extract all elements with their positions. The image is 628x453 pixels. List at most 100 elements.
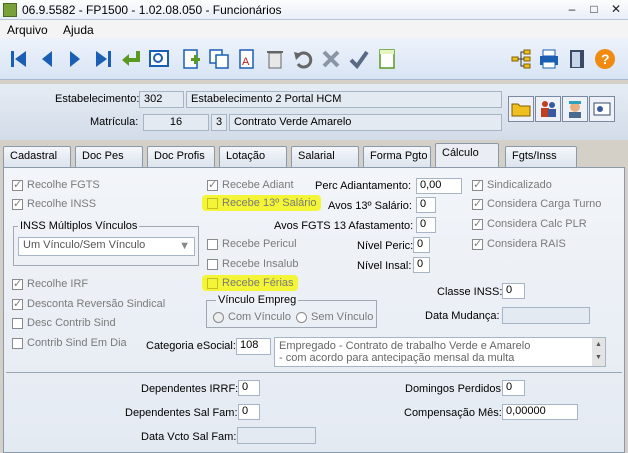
vinculo-empreg-label: Vínculo Empreg bbox=[216, 294, 299, 306]
card-icon[interactable] bbox=[589, 96, 615, 122]
tab-cadastral[interactable]: Cadastral bbox=[3, 146, 71, 167]
edit-icon[interactable]: A bbox=[234, 46, 260, 72]
checkbox-box[interactable] bbox=[472, 178, 483, 191]
recolhe-inss-checkbox[interactable]: Recolhe INSS bbox=[12, 197, 96, 210]
return-icon[interactable] bbox=[118, 46, 144, 72]
checkbox-box[interactable] bbox=[207, 277, 218, 289]
undo-icon[interactable] bbox=[290, 46, 316, 72]
checkbox-box[interactable] bbox=[12, 277, 23, 290]
first-record-icon[interactable] bbox=[6, 46, 32, 72]
recebe-insalub-checkbox[interactable]: Recebe Insalub bbox=[207, 258, 298, 270]
trash-icon[interactable] bbox=[262, 46, 288, 72]
search-icon[interactable] bbox=[146, 46, 172, 72]
tab-doc-profis[interactable]: Doc Profis bbox=[147, 146, 215, 167]
checkbox-box[interactable] bbox=[472, 217, 483, 230]
copy-icon[interactable] bbox=[206, 46, 232, 72]
dep-irrf-label: Dependentes IRRF: bbox=[141, 383, 239, 395]
estabelecimento-code-field[interactable]: 302 bbox=[139, 91, 184, 108]
checkbox-box[interactable] bbox=[12, 317, 23, 329]
check-icon[interactable] bbox=[346, 46, 372, 72]
nivel-peric-field[interactable]: 0 bbox=[413, 237, 430, 253]
svg-text:?: ? bbox=[601, 51, 610, 67]
data-mudanca-field[interactable] bbox=[502, 307, 590, 324]
people-icon[interactable] bbox=[535, 96, 561, 122]
help-icon[interactable]: ? bbox=[592, 46, 618, 72]
scrollbar[interactable]: ▲ ▼ bbox=[592, 338, 605, 366]
checkbox-box[interactable] bbox=[207, 238, 218, 250]
checkbox-box[interactable] bbox=[12, 297, 23, 310]
compensacao-field[interactable]: 0,00000 bbox=[502, 404, 578, 420]
radio-circle[interactable] bbox=[213, 311, 224, 323]
contrib-sind-em-dia-checkbox[interactable]: Contrib Sind Em Dia bbox=[12, 337, 127, 349]
dep-salfam-field[interactable]: 0 bbox=[238, 404, 260, 420]
recolhe-fgts-checkbox[interactable]: Recolhe FGTS bbox=[12, 178, 100, 191]
domingos-field[interactable]: 0 bbox=[502, 380, 525, 396]
considera-calc-checkbox[interactable]: Considera Calc PLR bbox=[472, 217, 587, 230]
close-button[interactable]: ✕ bbox=[606, 2, 626, 18]
print-icon[interactable] bbox=[536, 46, 562, 72]
recebe-pericul-checkbox[interactable]: Recebe Pericul bbox=[207, 238, 297, 250]
menu-bar: Arquivo Ajuda bbox=[0, 20, 628, 38]
categoria-code-field[interactable]: 108 bbox=[236, 338, 271, 355]
tab-lotacao[interactable]: Lotação bbox=[219, 146, 287, 167]
note-icon[interactable] bbox=[374, 46, 400, 72]
avos13-field[interactable]: 0 bbox=[416, 197, 436, 213]
desconta-reversao-checkbox[interactable]: Desconta Reversão Sindical bbox=[12, 297, 165, 310]
checkbox-box[interactable] bbox=[12, 197, 23, 210]
title-bar: 06.9.5582 - FP1500 - 1.02.08.050 - Funci… bbox=[0, 0, 628, 20]
checkbox-box[interactable] bbox=[207, 178, 218, 191]
avosfgts-label: Avos FGTS 13 Afastamento: bbox=[274, 220, 414, 232]
checkbox-box[interactable] bbox=[472, 237, 483, 250]
exit-icon[interactable] bbox=[564, 46, 590, 72]
menu-arquivo[interactable]: Arquivo bbox=[7, 23, 48, 37]
next-record-icon[interactable] bbox=[62, 46, 88, 72]
radio-circle[interactable] bbox=[296, 311, 307, 323]
checkbox-box[interactable] bbox=[207, 197, 218, 209]
new-doc-icon[interactable] bbox=[178, 46, 204, 72]
last-record-icon[interactable] bbox=[90, 46, 116, 72]
cancel-icon[interactable] bbox=[318, 46, 344, 72]
perc-adiant-field[interactable]: 0,00 bbox=[416, 178, 462, 194]
prev-record-icon[interactable] bbox=[34, 46, 60, 72]
checkbox-box[interactable] bbox=[207, 258, 218, 270]
perc-adiant-label: Perc Adiantamento: bbox=[315, 180, 412, 192]
avos13-label: Avos 13º Salário: bbox=[328, 200, 412, 212]
tree-icon[interactable] bbox=[508, 46, 534, 72]
divider bbox=[6, 372, 622, 373]
minimize-button[interactable]: – bbox=[562, 2, 582, 18]
scroll-up-icon[interactable]: ▲ bbox=[592, 338, 605, 351]
recebe-ferias-checkbox[interactable]: Recebe Férias bbox=[202, 275, 298, 291]
data-vcto-field[interactable] bbox=[237, 427, 316, 444]
worker-icon[interactable] bbox=[562, 96, 588, 122]
tab-forma-pgto[interactable]: Forma Pgto bbox=[363, 146, 431, 167]
sem-vinculo-radio[interactable]: Sem Vínculo bbox=[296, 311, 373, 323]
menu-ajuda[interactable]: Ajuda bbox=[63, 23, 94, 37]
dep-irrf-field[interactable]: 0 bbox=[238, 380, 260, 396]
com-vinculo-radio[interactable]: Com Vínculo bbox=[213, 311, 291, 323]
recolhe-irf-checkbox[interactable]: Recolhe IRF bbox=[12, 277, 88, 290]
classe-inss-field[interactable]: 0 bbox=[502, 283, 525, 299]
tab-doc-pes[interactable]: Doc Pes bbox=[75, 146, 143, 167]
nivel-insal-field[interactable]: 0 bbox=[413, 257, 430, 273]
avosfgts-field[interactable]: 0 bbox=[416, 217, 436, 233]
recebe-adiant-checkbox[interactable]: Recebe Adiant bbox=[207, 178, 294, 191]
recebe-13-checkbox[interactable]: Recebe 13º Salário bbox=[202, 195, 321, 211]
desc-contrib-sind-checkbox[interactable]: Desc Contrib Sind bbox=[12, 317, 116, 329]
categoria-description: Empregado - Contrato de trabalho Verde e… bbox=[274, 337, 606, 367]
checkbox-box[interactable] bbox=[12, 178, 23, 191]
tab-salarial[interactable]: Salarial bbox=[291, 146, 359, 167]
scroll-down-icon[interactable]: ▼ bbox=[592, 351, 605, 364]
sindicalizado-checkbox[interactable]: Sindicalizado bbox=[472, 178, 552, 191]
tab-calculo[interactable]: Cálculo bbox=[435, 143, 499, 168]
inss-multiplos-label: INSS Múltiplos Vínculos bbox=[18, 220, 140, 232]
inss-multiplos-select[interactable]: Um Vínculo/Sem Vínculo ▼ bbox=[18, 237, 195, 256]
considera-rais-checkbox[interactable]: Considera RAIS bbox=[472, 237, 566, 250]
tab-fgts-inss[interactable]: Fgts/Inss bbox=[505, 146, 577, 167]
considera-carga-checkbox[interactable]: Considera Carga Turno bbox=[472, 197, 601, 210]
matricula-field[interactable]: 16 bbox=[143, 114, 209, 131]
maximize-button[interactable]: □ bbox=[584, 2, 604, 18]
folder-icon[interactable] bbox=[508, 96, 534, 122]
checkbox-box[interactable] bbox=[472, 197, 483, 210]
checkbox-box[interactable] bbox=[12, 337, 23, 349]
categoria-label: Categoria eSocial: bbox=[146, 340, 236, 352]
